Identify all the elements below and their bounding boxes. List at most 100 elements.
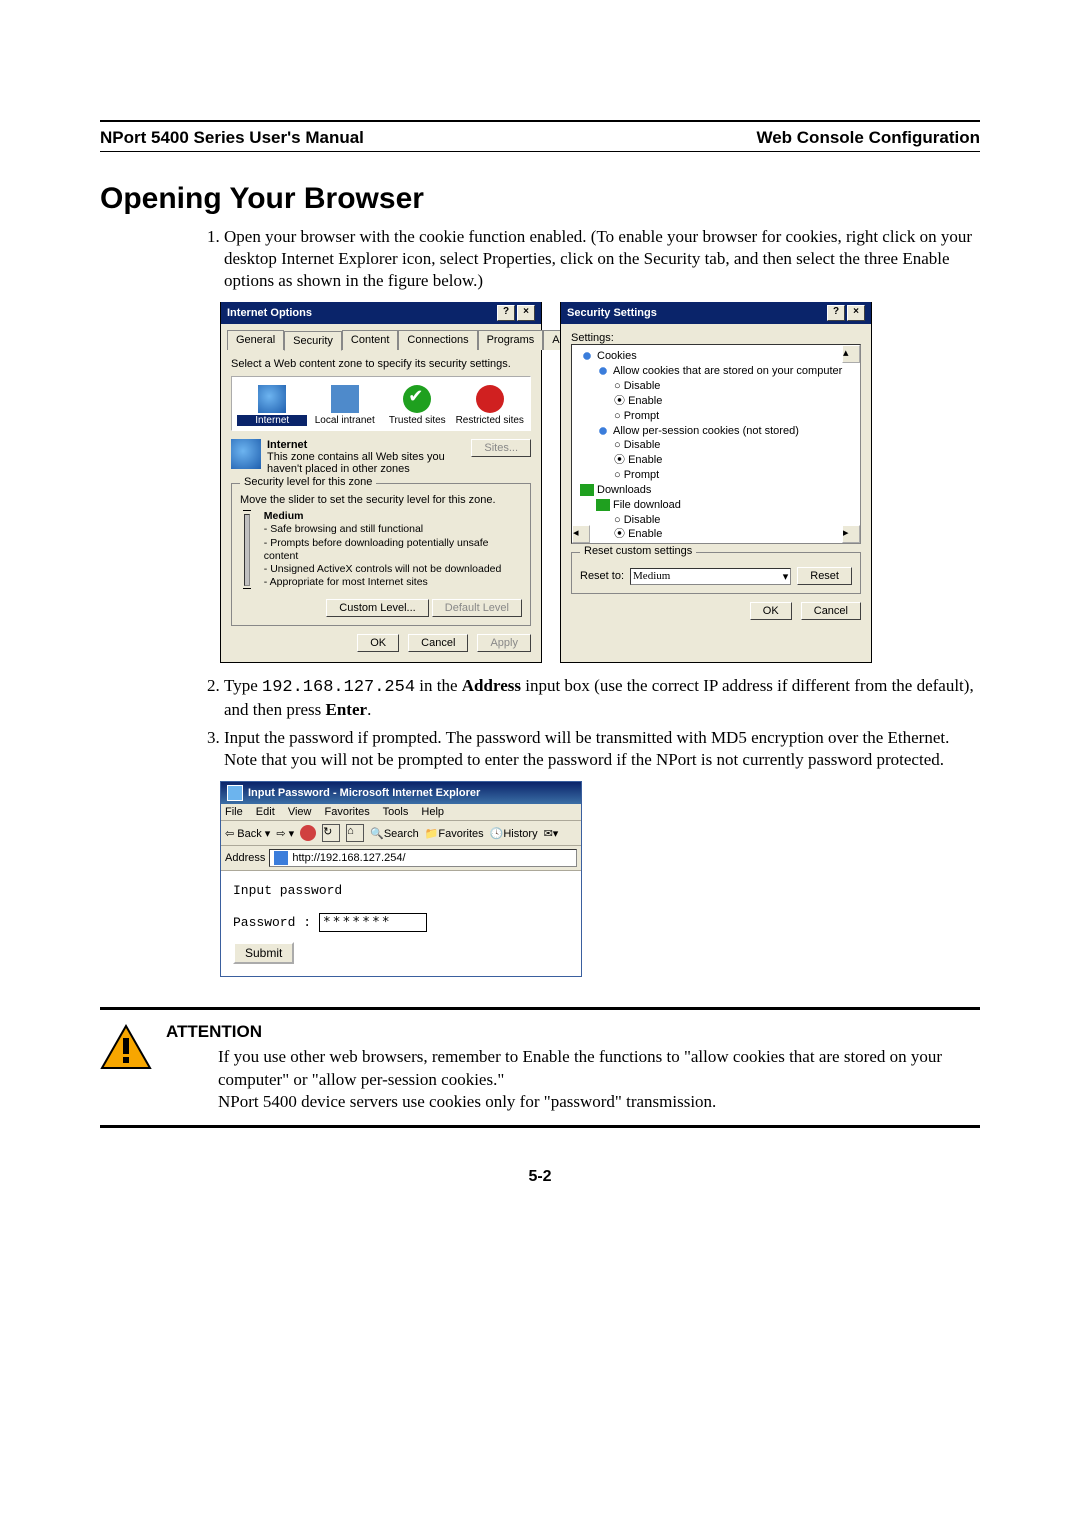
- scroll-up-icon[interactable]: ▴: [842, 345, 860, 363]
- stop-icon[interactable]: [300, 825, 316, 841]
- custom-level-button[interactable]: Custom Level...: [326, 599, 428, 617]
- radio-prompt[interactable]: Prompt: [574, 409, 858, 424]
- tree-allow-session: Allow per-session cookies (not stored): [613, 425, 799, 437]
- tab-security[interactable]: Security: [284, 331, 342, 351]
- computer-icon: [331, 385, 359, 413]
- page-header: NPort 5400 Series User's Manual Web Cons…: [100, 120, 980, 152]
- tree-allow-stored: Allow cookies that are stored on your co…: [613, 365, 842, 377]
- zone-label-intranet: Local intranet: [310, 415, 380, 426]
- password-input[interactable]: *******: [319, 913, 427, 932]
- attention-p1: If you use other web browsers, remember …: [218, 1046, 980, 1090]
- steps-list-2: Type 192.168.127.254 in the Address inpu…: [200, 675, 980, 771]
- tab-programs[interactable]: Programs: [478, 330, 544, 350]
- default-level-button[interactable]: Default Level: [432, 599, 522, 617]
- reset-custom-group: Reset custom settings Reset to: Medium ▾…: [571, 552, 861, 594]
- downloads-icon: [580, 484, 594, 496]
- forward-button[interactable]: ⇨ ▾: [276, 827, 294, 840]
- step-1: Open your browser with the cookie functi…: [224, 226, 980, 292]
- header-right: Web Console Configuration: [756, 128, 980, 148]
- level-title: Medium: [264, 510, 522, 523]
- history-button[interactable]: 🕓History: [490, 827, 538, 840]
- dialog-titlebar: Security Settings ? ×: [561, 302, 871, 324]
- zone-desc-line1: This zone contains all Web sites you: [267, 451, 465, 463]
- check-icon: [403, 385, 431, 413]
- sites-button[interactable]: Sites...: [471, 439, 531, 457]
- reset-to-select[interactable]: Medium ▾: [630, 568, 791, 585]
- menu-favorites[interactable]: Favorites: [325, 806, 370, 818]
- zone-select-text: Select a Web content zone to specify its…: [231, 358, 531, 370]
- page-icon: [274, 851, 288, 865]
- zone-description: Internet This zone contains all Web site…: [231, 439, 531, 475]
- address-label: Address: [225, 852, 265, 864]
- radio-enable[interactable]: Enable: [574, 453, 858, 468]
- radio-disable[interactable]: Disable: [574, 513, 858, 528]
- mail-icon[interactable]: ✉▾: [544, 827, 559, 840]
- reset-to-label: Reset to:: [580, 570, 624, 582]
- ip-address-code: 192.168.127.254: [262, 678, 415, 697]
- ok-button[interactable]: OK: [750, 602, 792, 620]
- zone-label-restricted: Restricted sites: [455, 415, 525, 426]
- security-settings-dialog: Security Settings ? × Settings: ▴ Cookie…: [560, 302, 872, 663]
- tab-connections[interactable]: Connections: [398, 330, 477, 350]
- menu-help[interactable]: Help: [421, 806, 444, 818]
- group-legend: Security level for this zone: [240, 476, 376, 488]
- zone-internet[interactable]: Internet: [237, 385, 307, 426]
- help-icon[interactable]: ?: [497, 305, 515, 321]
- dialog-title: Internet Options: [227, 307, 312, 319]
- close-icon[interactable]: ×: [517, 305, 535, 321]
- security-level-group: Security level for this zone Move the sl…: [231, 483, 531, 626]
- step-2: Type 192.168.127.254 in the Address inpu…: [224, 675, 980, 721]
- ban-icon: [476, 385, 504, 413]
- tab-general[interactable]: General: [227, 330, 284, 350]
- level-line4: - Appropriate for most Internet sites: [264, 576, 522, 589]
- scroll-left-icon[interactable]: ◂: [572, 525, 590, 543]
- radio-disable[interactable]: Disable: [574, 438, 858, 453]
- cookie-icon: [580, 350, 594, 362]
- menu-file[interactable]: File: [225, 806, 243, 818]
- internet-options-dialog: Internet Options ? × General Security Co…: [220, 302, 542, 663]
- radio-disable[interactable]: Disable: [574, 379, 858, 394]
- move-slider-text: Move the slider to set the security leve…: [240, 494, 522, 506]
- ie-icon: [227, 785, 243, 801]
- zone-trusted[interactable]: Trusted sites: [382, 385, 452, 426]
- file-icon: [596, 499, 610, 511]
- radio-enable[interactable]: Enable: [574, 527, 858, 542]
- browser-content: Input password Password : ******* Submit: [221, 871, 581, 976]
- menu-view[interactable]: View: [288, 806, 312, 818]
- dialog-titlebar: Internet Options ? ×: [221, 302, 541, 324]
- back-button[interactable]: ⇦ Back ▾: [225, 827, 270, 840]
- scroll-right-icon[interactable]: ▸: [842, 525, 860, 543]
- search-button[interactable]: 🔍Search: [370, 827, 419, 840]
- toolbar: ⇦ Back ▾ ⇨ ▾ ↻ ⌂ 🔍Search 📁Favorites 🕓His…: [221, 821, 581, 846]
- reset-button[interactable]: Reset: [797, 567, 852, 585]
- address-input[interactable]: http://192.168.127.254/: [269, 849, 577, 867]
- radio-enable[interactable]: Enable: [574, 394, 858, 409]
- refresh-icon[interactable]: ↻: [322, 824, 340, 842]
- help-icon[interactable]: ?: [827, 305, 845, 321]
- settings-tree[interactable]: ▴ Cookies Allow cookies that are stored …: [571, 344, 861, 544]
- globe-icon: [231, 439, 261, 469]
- zone-intranet[interactable]: Local intranet: [310, 385, 380, 426]
- menu-edit[interactable]: Edit: [256, 806, 275, 818]
- radio-prompt[interactable]: Prompt: [574, 468, 858, 483]
- zone-restricted[interactable]: Restricted sites: [455, 385, 525, 426]
- security-slider[interactable]: [240, 510, 254, 589]
- dialog-title: Security Settings: [567, 307, 657, 319]
- cookie-icon: [596, 365, 610, 377]
- step-3: Input the password if prompted. The pass…: [224, 727, 980, 771]
- tab-content[interactable]: Content: [342, 330, 399, 350]
- cancel-button[interactable]: Cancel: [801, 602, 861, 620]
- globe-icon: [258, 385, 286, 413]
- close-icon[interactable]: ×: [847, 305, 865, 321]
- apply-button[interactable]: Apply: [477, 634, 531, 652]
- menu-tools[interactable]: Tools: [383, 806, 409, 818]
- attention-title: ATTENTION: [166, 1022, 980, 1042]
- zone-heading: Internet: [267, 439, 465, 451]
- favorites-button[interactable]: 📁Favorites: [425, 827, 484, 840]
- cancel-button[interactable]: Cancel: [408, 634, 468, 652]
- window-title: Input Password - Microsoft Internet Expl…: [248, 787, 480, 799]
- steps-list: Open your browser with the cookie functi…: [200, 226, 980, 292]
- home-icon[interactable]: ⌂: [346, 824, 364, 842]
- submit-button[interactable]: Submit: [233, 942, 294, 964]
- ok-button[interactable]: OK: [357, 634, 399, 652]
